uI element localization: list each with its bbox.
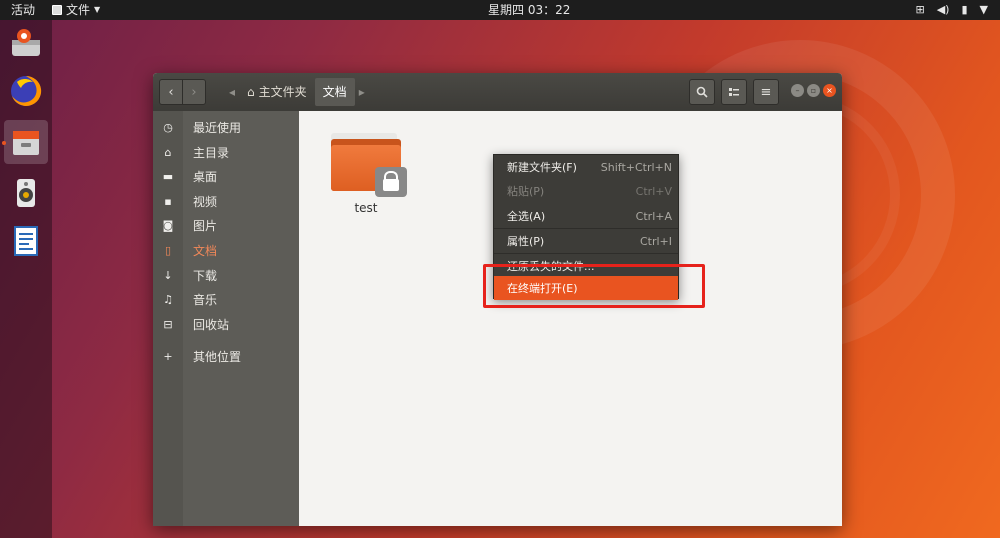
sidebar-item-label: 主目录 — [193, 145, 230, 160]
menu-item-label: 新建文件夹(F) — [507, 161, 577, 174]
caret-left-icon: ◂ — [229, 85, 236, 99]
sidebar-item-label: 图片 — [193, 218, 218, 233]
search-icon — [696, 86, 708, 98]
sidebar-item-downloads[interactable]: ↓ 下载 — [153, 263, 299, 287]
sidebar-item-videos[interactable]: ▪ 视频 — [153, 189, 299, 213]
lock-icon — [375, 167, 407, 197]
path-scroll-right[interactable]: ▸ — [355, 78, 369, 106]
app-menu[interactable]: 文件 ▼ — [52, 0, 100, 20]
files-icon[interactable] — [4, 120, 48, 164]
sidebar-item-label: 其他位置 — [193, 349, 242, 364]
music-icon: ♫ — [163, 292, 173, 306]
menu-item-select-all[interactable]: 全选(A) Ctrl+A — [494, 204, 678, 228]
close-button[interactable]: × — [823, 84, 836, 97]
locked-folder-icon — [331, 133, 407, 197]
maximize-button[interactable]: ▫ — [807, 84, 820, 97]
minimize-button[interactable]: – — [791, 84, 804, 97]
back-button[interactable]: ‹ — [159, 79, 183, 105]
sidebar-item-desktop[interactable]: ▬ 桌面 — [153, 164, 299, 188]
sidebar-item-documents[interactable]: ▯ 文档 — [153, 238, 299, 262]
app-menu-label: 文件 — [66, 3, 91, 17]
breadcrumb-label: 文档 — [322, 85, 347, 99]
home-icon: ⌂ — [247, 85, 255, 99]
menu-item-shortcut: Ctrl+A — [635, 209, 672, 223]
menu-item-properties[interactable]: 属性(P) Ctrl+I — [494, 229, 678, 253]
sidebar-item-music[interactable]: ♫ 音乐 — [153, 287, 299, 311]
plus-icon: + — [163, 349, 173, 363]
menu-item-new-folder[interactable]: 新建文件夹(F) Shift+Ctrl+N — [494, 155, 678, 179]
battery-icon: ▮ — [961, 3, 968, 16]
trash-icon: ⊟ — [163, 317, 173, 331]
chevron-left-icon: ‹ — [168, 84, 174, 100]
sidebar-item-label: 回收站 — [193, 317, 230, 332]
menu-item-paste[interactable]: 粘贴(P) Ctrl+V — [494, 179, 678, 203]
window-controls: – ▫ × — [791, 84, 836, 97]
sidebar-item-label: 最近使用 — [193, 120, 242, 135]
clock-icon: ◷ — [163, 120, 173, 134]
video-icon: ▪ — [164, 194, 172, 208]
breadcrumb-label: 主文件夹 — [258, 85, 307, 99]
activities-button[interactable]: 活动 — [11, 0, 35, 20]
chevron-right-icon: › — [191, 84, 197, 100]
sidebar: ◷ 最近使用 ⌂ 主目录 ▬ 桌面 ▪ 视频 ◙ 图片 ▯ 文档 ↓ 下载 ♫ — [153, 111, 299, 526]
path-bar: ◂ ⌂ 主文件夹 文档 ▸ — [225, 78, 369, 106]
sidebar-item-label: 音乐 — [193, 292, 218, 307]
sidebar-item-other-locations[interactable]: + 其他位置 — [153, 344, 299, 368]
red-highlight-box — [483, 264, 705, 308]
sidebar-item-label: 桌面 — [193, 169, 218, 184]
header-bar: ‹ › ◂ ⌂ 主文件夹 文档 ▸ ≡ – ▫ × — [153, 73, 842, 112]
sidebar-item-home[interactable]: ⌂ 主目录 — [153, 140, 299, 164]
files-app-icon — [52, 5, 62, 15]
network-icon: ⊞ — [915, 3, 925, 16]
caret-down-icon: ▼ — [979, 3, 988, 16]
rhythmbox-icon[interactable] — [9, 176, 43, 210]
list-view-icon — [729, 88, 739, 96]
file-item-test[interactable]: test — [331, 131, 407, 215]
camera-icon: ◙ — [162, 218, 174, 232]
breadcrumb-home[interactable]: ⌂ 主文件夹 — [239, 78, 315, 106]
search-button[interactable] — [689, 79, 715, 105]
menu-item-label: 全选(A) — [507, 210, 546, 223]
top-bar: 活动 文件 ▼ 星期四 03：22 ⊞ ◀) ▮ ▼ — [0, 0, 1000, 20]
clock[interactable]: 星期四 03：22 — [488, 0, 570, 20]
installer-icon[interactable] — [9, 26, 43, 60]
file-item-label: test — [354, 201, 378, 215]
sidebar-item-label: 下载 — [193, 268, 218, 283]
volume-icon: ◀) — [936, 3, 950, 16]
document-icon: ▯ — [164, 243, 172, 257]
menu-item-shortcut: Ctrl+V — [635, 184, 672, 198]
sidebar-item-trash[interactable]: ⊟ 回收站 — [153, 312, 299, 336]
menu-item-label: 属性(P) — [507, 235, 545, 248]
firefox-icon[interactable] — [9, 74, 43, 108]
hamburger-icon: ≡ — [760, 84, 772, 100]
forward-button[interactable]: › — [182, 79, 206, 105]
writer-icon[interactable] — [9, 224, 43, 258]
sidebar-item-pictures[interactable]: ◙ 图片 — [153, 213, 299, 237]
sidebar-item-recent[interactable]: ◷ 最近使用 — [153, 115, 299, 139]
menu-item-shortcut: Shift+Ctrl+N — [600, 160, 672, 174]
view-toggle-button[interactable] — [721, 79, 747, 105]
menu-button[interactable]: ≡ — [753, 79, 779, 105]
menu-item-shortcut: Ctrl+I — [639, 234, 672, 248]
caret-right-icon: ▸ — [358, 85, 365, 99]
path-scroll-left[interactable]: ◂ — [225, 78, 239, 106]
system-tray[interactable]: ⊞ ◀) ▮ ▼ — [915, 0, 988, 20]
running-indicator — [2, 141, 6, 145]
dock — [0, 20, 52, 538]
menu-item-label: 粘贴(P) — [507, 185, 545, 198]
download-icon: ↓ — [163, 268, 173, 282]
caret-down-icon: ▼ — [94, 5, 101, 14]
breadcrumb-documents[interactable]: 文档 — [314, 78, 355, 106]
sidebar-item-label: 视频 — [193, 194, 218, 209]
folder-icon: ▬ — [162, 169, 174, 183]
home-icon: ⌂ — [164, 145, 172, 159]
sidebar-item-label: 文档 — [193, 243, 218, 258]
